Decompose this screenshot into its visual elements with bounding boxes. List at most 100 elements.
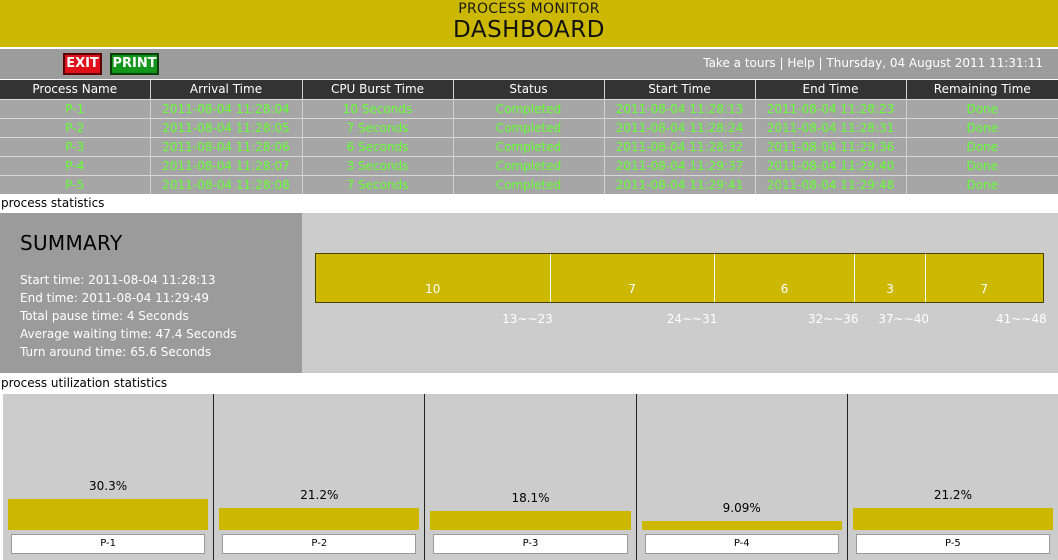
table-cell: Done [906, 98, 1058, 118]
table-cell: 2011-08-04 11:28:08 [150, 174, 303, 194]
column-header: Start Time [604, 80, 756, 99]
table-cell: Done [906, 155, 1058, 175]
table-cell: P-3 [0, 136, 151, 156]
table-cell: 2011-08-04 11:29:40 [755, 155, 907, 175]
table-cell: Done [906, 117, 1058, 137]
summary-start-time: Start time: 2011-08-04 11:28:13 [20, 273, 216, 287]
gantt-chart: 10 7 6 3 7 13~~23 24~~31 32~~36 37~~40 41~~48 [302, 213, 1058, 373]
table-cell: Done [906, 174, 1058, 194]
table-cell: Completed [453, 117, 605, 137]
table-cell: 2011-08-04 11:28:06 [150, 136, 303, 156]
utilization-category-label: P-4 [644, 534, 839, 554]
utilization-value-label: 21.2% [933, 488, 972, 503]
utilization-value-label: 18.1% [511, 491, 550, 506]
column-header: CPU Burst Time [302, 80, 454, 99]
table-cell: 2011-08-04 11:28:07 [150, 155, 303, 175]
summary-total-pause: Total pause time: 4 Seconds [20, 309, 189, 323]
utilization-value-label: 21.2% [300, 488, 339, 503]
gantt-segment: 3 [855, 254, 926, 302]
current-datetime: Thursday, 04 August 2011 11:31:11 [826, 56, 1043, 70]
utilization-column: 18.1% P-3 [425, 394, 637, 560]
table-cell: P-5 [0, 174, 151, 194]
table-cell: 2011-08-04 11:29:36 [755, 136, 907, 156]
utilization-bar [219, 508, 420, 530]
table-cell: Completed [453, 174, 605, 194]
utilization-column: 9.09% P-4 [637, 394, 848, 560]
table-cell: 2011-08-04 11:29:41 [604, 174, 756, 194]
gantt-range-label: 24~~31 [666, 312, 718, 326]
table-cell: 2011-08-04 11:28:23 [755, 98, 907, 118]
utilization-category-label: P-2 [222, 534, 417, 554]
app-title: PROCESS MONITOR [458, 1, 600, 17]
summary-panel: SUMMARY Start time: 2011-08-04 11:28:13 … [0, 213, 302, 373]
table-cell: Completed [453, 136, 605, 156]
table-cell: 10 Seconds [302, 98, 454, 118]
process-table: Process Name Arrival Time CPU Burst Time… [0, 80, 1058, 194]
utilization-value-label: 9.09% [722, 500, 761, 515]
table-cell: 2011-08-04 11:28:24 [604, 117, 756, 137]
column-header: Status [453, 80, 605, 99]
gantt-segment-label: 3 [886, 282, 894, 296]
summary-turnaround: Turn around time: 65.6 Seconds [20, 345, 212, 359]
table-cell: 2011-08-04 11:28:04 [150, 98, 303, 118]
utilization-bar [641, 520, 842, 530]
help-link[interactable]: Help [787, 56, 814, 70]
table-cell: 2011-08-04 11:29:37 [604, 155, 756, 175]
utilization-category-label: P-1 [11, 534, 206, 554]
utilization-bar [8, 498, 209, 530]
table-cell: 3 Seconds [302, 155, 454, 175]
separator: | [779, 56, 784, 70]
print-button[interactable]: PRINT [110, 53, 159, 75]
table-cell: P-1 [0, 98, 151, 118]
table-cell: 7 Seconds [302, 117, 454, 137]
utilization-category-label: P-5 [855, 534, 1051, 554]
summary-avg-waiting: Average waiting time: 47.4 Seconds [20, 327, 237, 341]
table-row: P-2 2011-08-04 11:28:05 7 Seconds Completed… [0, 117, 1058, 137]
process-statistics-heading: process statistics [1, 196, 105, 210]
toolbar-info: Take a tours | Help | Thursday, 04 Augus… [703, 56, 1043, 70]
column-header: End Time [755, 80, 907, 99]
gantt-segment: 6 [715, 254, 856, 302]
take-tour-link[interactable]: Take a tours [703, 56, 775, 70]
gantt-segment-label: 6 [780, 282, 789, 296]
table-cell: 2011-08-04 11:28:13 [604, 98, 756, 118]
utilization-chart: 30.3% P-1 21.2% P-2 18.1% P-3 9.09% P-4 21.2% P-5 [3, 394, 1058, 560]
table-row: P-4 2011-08-04 11:28:07 3 Seconds Completed… [0, 155, 1058, 175]
table-cell: 6 Seconds [302, 136, 454, 156]
table-header-row: Process Name Arrival Time CPU Burst Time… [0, 80, 1058, 99]
utilization-category-label: P-3 [433, 534, 628, 554]
table-cell: 2011-08-04 11:28:31 [755, 117, 907, 137]
gantt-range-label: 37~~40 [878, 312, 930, 326]
gantt-range-label: 32~~36 [807, 312, 859, 326]
table-cell: Completed [453, 155, 605, 175]
summary-end-time: End time: 2011-08-04 11:29:49 [20, 291, 210, 305]
gantt-segment: 10 [316, 254, 551, 302]
gantt-segment: 7 [926, 254, 1043, 302]
utilization-value-label: 30.3% [89, 478, 128, 493]
exit-button[interactable]: EXIT [63, 53, 102, 75]
process-utilization-heading: process utilization statistics [1, 376, 168, 390]
utilization-bar [430, 511, 631, 530]
utilization-column: 21.2% P-2 [214, 394, 426, 560]
gantt-segment: 7 [551, 254, 715, 302]
table-cell: Done [906, 136, 1058, 156]
table-cell: Completed [453, 98, 605, 118]
table-cell: P-4 [0, 155, 151, 175]
table-cell: P-2 [0, 117, 151, 137]
header-banner: PROCESS MONITOR DASHBOARD [0, 0, 1058, 47]
gantt-range-label: 41~~48 [996, 312, 1047, 326]
gantt-segment-label: 7 [980, 282, 989, 296]
utilization-column: 21.2% P-5 [848, 394, 1058, 560]
gantt-range-label: 13~~23 [502, 312, 553, 326]
table-cell: 2011-08-04 11:28:32 [604, 136, 756, 156]
gantt-segment-label: 10 [425, 282, 441, 296]
table-cell: 2011-08-04 11:29:48 [755, 174, 907, 194]
column-header: Process Name [0, 80, 151, 99]
table-row: P-1 2011-08-04 11:28:04 10 Seconds Complete… [0, 98, 1058, 118]
page-title: DASHBOARD [453, 17, 605, 43]
table-row: P-5 2011-08-04 11:28:08 7 Seconds Completed… [0, 174, 1058, 194]
gantt-segment-label: 7 [628, 282, 636, 296]
utilization-column: 30.3% P-1 [3, 394, 215, 560]
column-header: Remaining Time [906, 80, 1058, 99]
separator: | [818, 56, 823, 70]
